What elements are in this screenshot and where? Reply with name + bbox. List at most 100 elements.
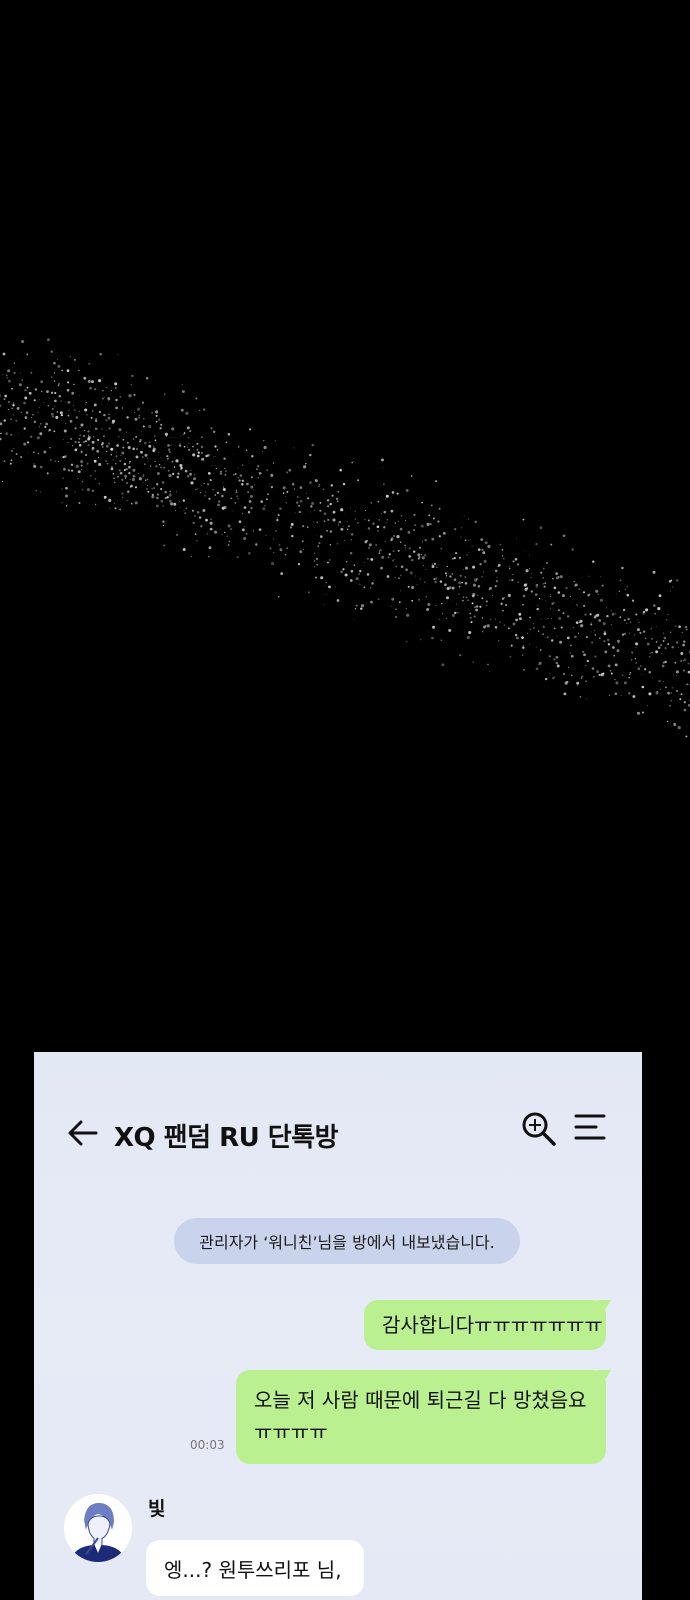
sparkle-particle [578, 588, 581, 590]
search-button[interactable] [520, 1110, 558, 1148]
sparkle-particle [509, 579, 511, 581]
sparkle-particle [399, 541, 402, 544]
sparkle-particle [342, 482, 346, 486]
sparkle-particle [227, 432, 231, 436]
sparkle-particle [80, 450, 83, 453]
sparkle-particle [421, 541, 424, 543]
sparkle-particle [418, 546, 422, 549]
sparkle-particle [121, 492, 124, 495]
sparkle-particle [494, 584, 497, 588]
sparkle-particle [147, 484, 149, 487]
sparkle-particle [116, 452, 117, 453]
sparkle-particle [108, 413, 110, 415]
sparkle-particle [388, 553, 391, 556]
sparkle-particle [54, 405, 56, 407]
sparkle-particle [212, 488, 215, 491]
sparkle-particle [565, 649, 567, 651]
sparkle-particle [350, 569, 354, 573]
sparkle-particle [139, 440, 142, 443]
sparkle-particle [556, 576, 559, 580]
sparkle-particle [103, 435, 105, 438]
sparkle-particle [232, 473, 235, 476]
sparkle-particle [94, 478, 97, 480]
sparkle-particle [0, 404, 2, 408]
incoming-message-bubble[interactable]: 엥...? 원투쓰리포 님, [146, 1540, 364, 1596]
sparkle-particle [81, 488, 84, 491]
sparkle-particle [33, 399, 36, 402]
outgoing-message-bubble[interactable]: 오늘 저 사람 때문에 퇴근길 다 망쳤음요 ㅠㅠㅠㅠ [236, 1370, 611, 1464]
sparkle-particle [57, 359, 59, 361]
sparkle-particle [668, 580, 672, 583]
sparkle-particle [570, 654, 574, 658]
sparkle-particle [567, 666, 570, 668]
sparkle-particle [107, 397, 111, 401]
sparkle-particle [209, 521, 213, 525]
sparkle-particle [106, 387, 108, 388]
sparkle-particle [20, 411, 23, 414]
sparkle-particle [487, 663, 489, 666]
sparkle-particle [482, 551, 486, 555]
sparkle-particle [481, 617, 484, 619]
sparkle-particle [591, 641, 594, 644]
sparkle-particle [499, 543, 502, 546]
sparkle-particle [158, 463, 161, 466]
sparkle-particle [209, 527, 213, 531]
sparkle-particle [518, 612, 522, 616]
sparkle-particle [338, 522, 340, 524]
sparkle-particle [125, 481, 129, 485]
sparkle-particle [71, 445, 74, 447]
sparkle-particle [623, 681, 627, 685]
sparkle-particle [583, 653, 586, 657]
sparkle-particle [680, 659, 683, 663]
sparkle-particle [395, 608, 397, 610]
sparkle-particle [667, 614, 669, 616]
sparkle-particle [425, 568, 427, 570]
sparkle-particle [177, 472, 180, 475]
sparkle-particle [138, 416, 141, 419]
back-button[interactable] [66, 1116, 100, 1150]
sparkle-particle [118, 428, 122, 432]
sparkle-particle [214, 494, 217, 496]
sparkle-particle [238, 479, 241, 482]
sparkle-particle [7, 369, 11, 373]
sparkle-particle [273, 462, 275, 464]
sparkle-particle [340, 570, 343, 574]
sparkle-particle [377, 500, 380, 503]
sparkle-particle [617, 639, 620, 643]
sparkle-particle [610, 610, 612, 612]
sparkle-particle [585, 698, 587, 700]
sender-avatar[interactable] [64, 1494, 132, 1562]
sparkle-particle [545, 561, 549, 565]
sparkle-particle [170, 502, 174, 506]
sparkle-particle [485, 600, 488, 603]
sparkle-particle [431, 565, 435, 568]
sparkle-particle [398, 520, 399, 522]
sparkle-particle [442, 532, 446, 535]
sparkle-particle [540, 618, 542, 620]
sparkle-particle [434, 580, 437, 584]
sparkle-particle [102, 389, 104, 392]
sparkle-particle [404, 548, 406, 550]
sparkle-particle [418, 556, 421, 559]
sparkle-particle [355, 577, 359, 581]
sparkle-particle [358, 573, 360, 575]
outgoing-message-bubble[interactable]: 감사합니다ㅠㅠㅠㅠㅠㅠㅠ [364, 1300, 611, 1350]
sparkle-particle [587, 594, 590, 597]
sparkle-particle [575, 621, 579, 625]
sparkle-particle [257, 477, 259, 479]
sparkle-particle [646, 642, 650, 646]
sparkle-particle [650, 627, 653, 630]
sparkle-particle [350, 507, 352, 509]
sparkle-particle [522, 604, 524, 606]
sparkle-particle [253, 530, 255, 532]
sparkle-particle [371, 582, 374, 585]
sparkle-particle [353, 461, 354, 462]
sparkle-particle [390, 509, 394, 513]
sparkle-particle [421, 556, 425, 560]
sparkle-particle [262, 451, 263, 452]
sparkle-particle [167, 448, 171, 452]
sparkle-particle [84, 440, 88, 443]
sparkle-particle [46, 338, 50, 342]
sparkle-particle [406, 641, 408, 643]
menu-button[interactable] [574, 1112, 608, 1144]
